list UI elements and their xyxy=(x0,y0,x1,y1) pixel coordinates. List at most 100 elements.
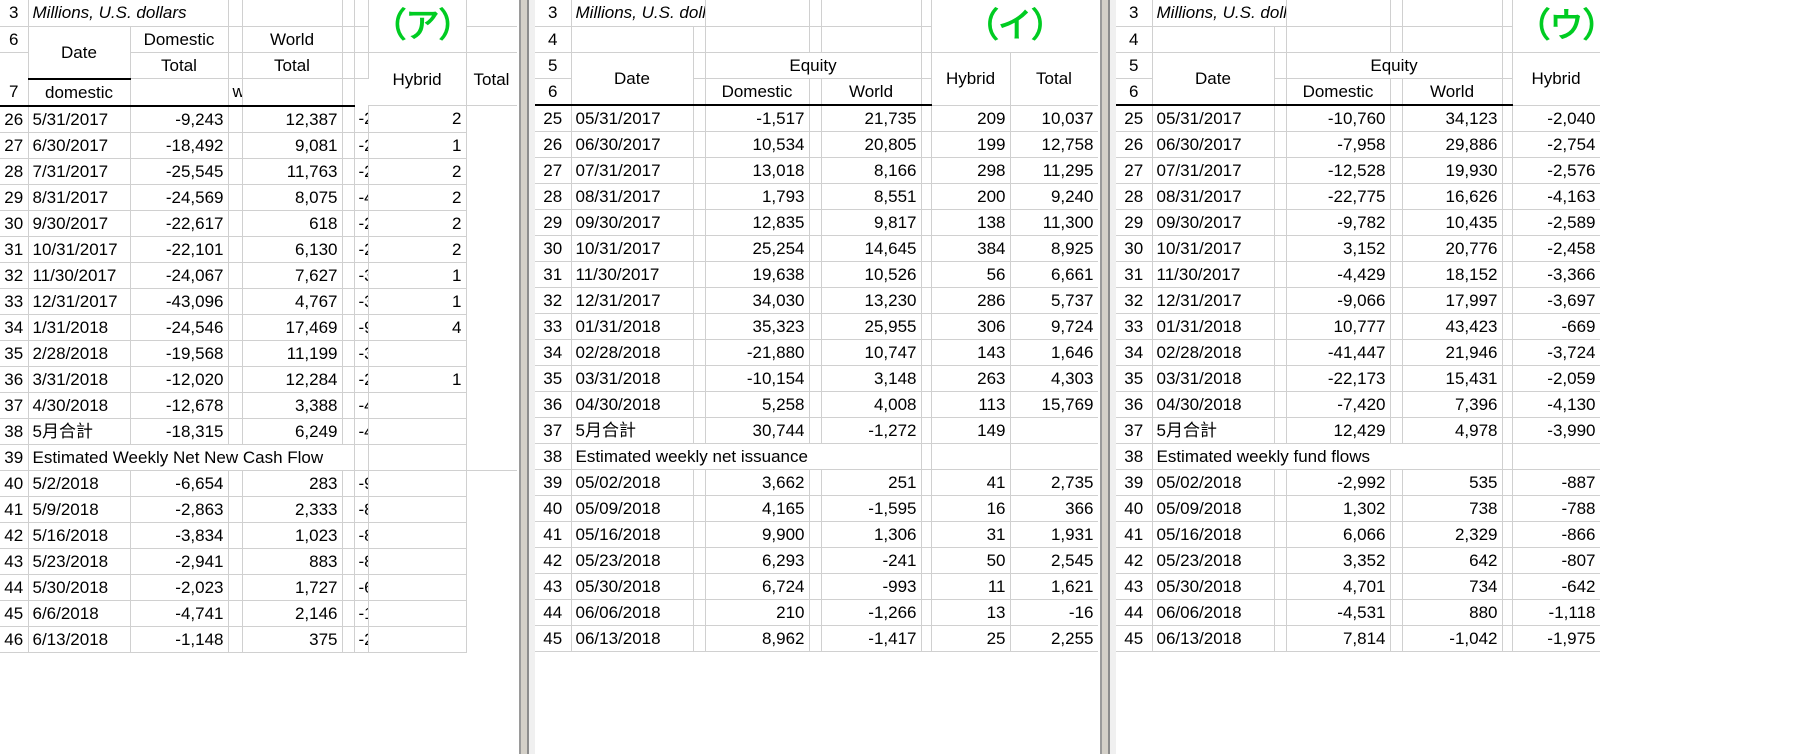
cell-total[interactable]: 11,295 xyxy=(1010,157,1098,184)
spreadsheet-panel-2[interactable]: 3 Millions, U.S. dollars （イ） 4 xyxy=(535,0,1098,754)
row-number[interactable]: 35 xyxy=(1116,365,1153,392)
table-row[interactable]: 26 06/30/2017 10,534 20,805 199 12,758 xyxy=(535,131,1098,158)
cell-domestic[interactable]: -24,546 xyxy=(130,314,229,341)
cell-date[interactable]: 07/31/2017 xyxy=(571,157,694,184)
row-number[interactable]: 5 xyxy=(1116,52,1153,79)
row-number[interactable]: 39 xyxy=(535,469,572,496)
cell-date[interactable]: 7/31/2017 xyxy=(28,158,131,185)
cell-date[interactable]: 07/31/2017 xyxy=(1152,157,1275,184)
table-row[interactable]: 276/30/2017-18,492 9,081 -2,9531 xyxy=(0,132,517,159)
row-number[interactable]: 38 xyxy=(1116,443,1153,470)
row-number[interactable]: 34 xyxy=(0,314,29,341)
cell-domestic[interactable]: 10,777 xyxy=(1286,313,1391,340)
cell-date[interactable]: 02/28/2018 xyxy=(571,339,694,366)
cell-date[interactable]: 5/16/2018 xyxy=(28,522,131,549)
table-row[interactable]: 32 12/31/2017 -9,066 17,997 -3,697 xyxy=(1116,287,1600,314)
cell-hybrid[interactable]: -2,458 xyxy=(1512,235,1600,262)
cell-domestic[interactable]: 3,662 xyxy=(705,469,810,496)
cell-world[interactable]: 2,333 xyxy=(242,496,343,523)
cell-total[interactable] xyxy=(368,548,467,575)
cell-domestic[interactable]: -41,447 xyxy=(1286,339,1391,366)
cell-domestic[interactable]: -12,528 xyxy=(1286,157,1391,184)
spreadsheet-panel-1[interactable]: 3 Millions, U.S. dollars （ア） 6 Date Dome… xyxy=(0,0,517,754)
row-number[interactable]: 29 xyxy=(0,184,29,211)
table-row[interactable]: 41 05/16/2018 9,900 1,306 31 1,931 xyxy=(535,521,1098,548)
row-number[interactable]: 27 xyxy=(1116,157,1153,184)
cell-domestic[interactable]: -4,741 xyxy=(130,600,229,627)
cell-total[interactable] xyxy=(368,496,467,523)
cell-domestic[interactable]: -22,101 xyxy=(130,236,229,263)
cell-total[interactable]: 1 xyxy=(368,132,467,159)
cell-hybrid[interactable]: -807 xyxy=(1512,547,1600,574)
row-number[interactable]: 26 xyxy=(535,131,572,158)
cell-date[interactable]: 09/30/2017 xyxy=(1152,209,1275,236)
row-number[interactable]: 41 xyxy=(0,496,29,523)
cell-world[interactable]: 10,747 xyxy=(821,339,922,366)
cell-date[interactable]: 11/30/2017 xyxy=(28,262,131,289)
cell-world[interactable]: 3,388 xyxy=(242,392,343,419)
cell-date[interactable]: 6/30/2017 xyxy=(28,132,131,159)
table-row[interactable]: 34 02/28/2018 -41,447 21,946 -3,724 xyxy=(1116,339,1600,366)
table-row[interactable]: 3211/30/2017-24,067 7,627 -3,4221 xyxy=(0,262,517,289)
cell-total[interactable]: 2 xyxy=(368,236,467,263)
row-number-blank[interactable] xyxy=(0,52,29,79)
cell-domestic[interactable]: 35,323 xyxy=(705,313,810,340)
cell-world[interactable]: 10,435 xyxy=(1402,209,1503,236)
cell-world[interactable]: 21,946 xyxy=(1402,339,1503,366)
cell-hybrid[interactable]: -4,243 xyxy=(354,392,369,419)
cell-world[interactable]: -1,595 xyxy=(821,495,922,522)
row-number[interactable]: 5 xyxy=(535,52,572,79)
cell-date[interactable]: 05/02/2018 xyxy=(571,469,694,496)
table-row[interactable]: 31 11/30/2017 19,638 10,526 56 6,661 xyxy=(535,261,1098,288)
row-number[interactable]: 38 xyxy=(0,418,29,445)
cell-hybrid[interactable]: 209 xyxy=(931,105,1011,132)
cell-world[interactable]: 18,152 xyxy=(1402,261,1503,288)
cell-total[interactable]: 2 xyxy=(368,158,467,185)
row-number[interactable]: 28 xyxy=(1116,183,1153,210)
cell-date[interactable]: 6/6/2018 xyxy=(28,600,131,627)
cell-total[interactable] xyxy=(368,418,467,445)
cell-date[interactable]: 5/31/2017 xyxy=(28,105,131,133)
row-number[interactable]: 30 xyxy=(535,235,572,262)
cell-date[interactable]: 08/31/2017 xyxy=(1152,183,1275,210)
cell-date[interactable]: 02/28/2018 xyxy=(1152,339,1275,366)
cell-date[interactable]: 03/31/2018 xyxy=(571,365,694,392)
row-number[interactable]: 31 xyxy=(1116,261,1153,288)
cell-total[interactable]: 15,769 xyxy=(1010,391,1098,418)
cell-world[interactable]: 1,306 xyxy=(821,521,922,548)
cell-date[interactable]: 06/06/2018 xyxy=(571,599,694,626)
cell-hybrid[interactable]: -1,131 xyxy=(354,600,369,627)
row-number[interactable]: 34 xyxy=(535,339,572,366)
cell-date[interactable]: 5月合計 xyxy=(1152,417,1275,444)
row-number[interactable]: 25 xyxy=(1116,105,1153,132)
table-row[interactable]: 44 06/06/2018 -4,531 880 -1,118 xyxy=(1116,599,1600,626)
cell-total[interactable]: 10,037 xyxy=(1010,105,1098,132)
row-number[interactable]: 3 xyxy=(535,0,572,27)
cell-domestic[interactable]: 4,701 xyxy=(1286,573,1391,600)
cell-total[interactable]: 366 xyxy=(1010,495,1098,522)
cell-hybrid[interactable]: 25 xyxy=(931,625,1011,652)
sheet-table-2[interactable]: 3 Millions, U.S. dollars （イ） 4 xyxy=(535,0,1098,652)
cell-date[interactable]: 12/31/2017 xyxy=(571,287,694,314)
cell-date[interactable]: 8/31/2017 xyxy=(28,184,131,211)
col-group-equity[interactable]: Equity xyxy=(1286,52,1503,79)
cell-hybrid[interactable]: -929 xyxy=(354,470,369,497)
row-number[interactable]: 28 xyxy=(535,183,572,210)
row-number[interactable]: 37 xyxy=(535,417,572,444)
cell-domestic[interactable]: -18,315 xyxy=(130,418,229,445)
col-header-total-world-1[interactable]: Total xyxy=(242,52,343,79)
cell-world[interactable]: 2,146 xyxy=(242,600,343,627)
row-number[interactable]: 27 xyxy=(0,132,29,159)
row-number[interactable]: 32 xyxy=(0,262,29,289)
cell-domestic[interactable]: -7,420 xyxy=(1286,391,1391,418)
cell-date[interactable]: 05/31/2017 xyxy=(571,105,694,132)
cell-world[interactable]: 618 xyxy=(242,210,343,237)
cell-hybrid[interactable]: 56 xyxy=(931,261,1011,288)
table-row[interactable]: 30 10/31/2017 3,152 20,776 -2,458 xyxy=(1116,235,1600,262)
cell-domestic[interactable]: 30,744 xyxy=(705,417,810,444)
table-row[interactable]: 28 08/31/2017 -22,775 16,626 -4,163 xyxy=(1116,183,1600,210)
col-header-total[interactable]: Total xyxy=(466,52,517,106)
row-number[interactable]: 37 xyxy=(1116,417,1153,444)
cell-total[interactable]: 1 xyxy=(368,288,467,315)
row-number[interactable]: 33 xyxy=(0,288,29,315)
